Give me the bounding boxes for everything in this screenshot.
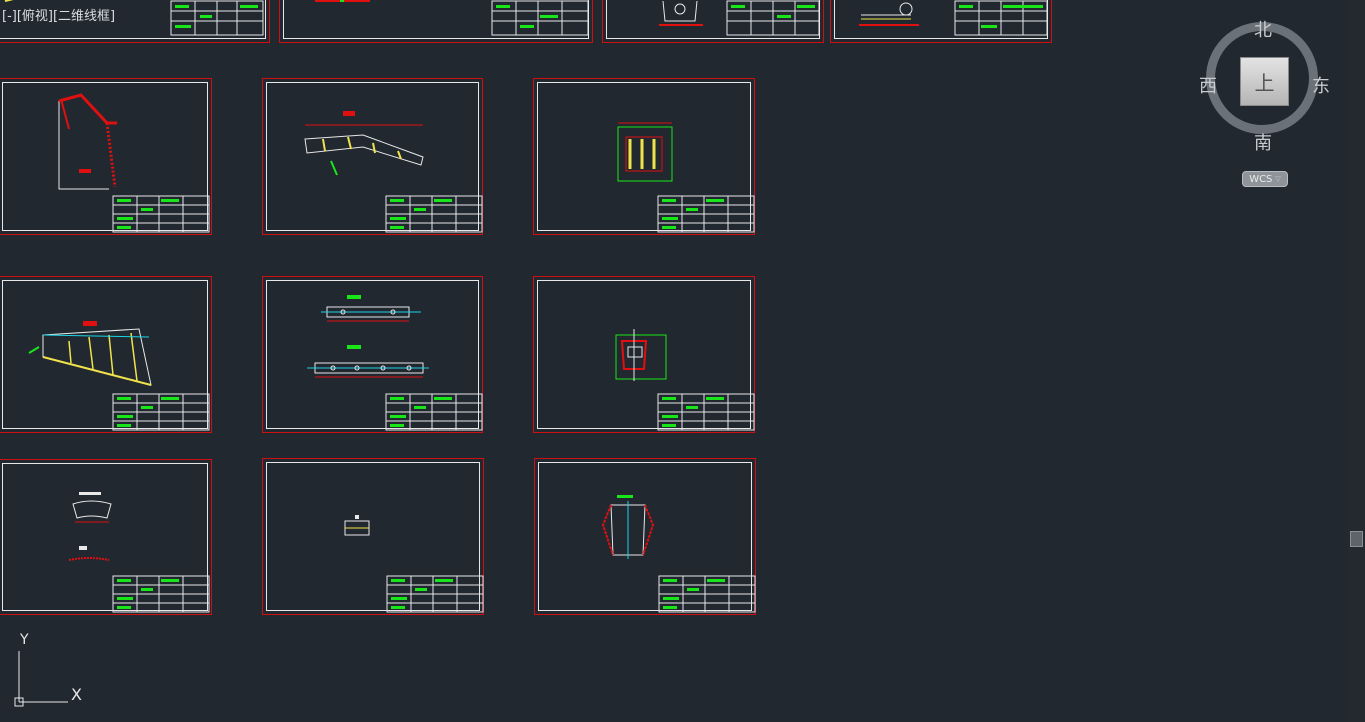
sheet-graphics — [615, 329, 755, 431]
drawing-sheet[interactable] — [0, 0, 270, 43]
compass-west[interactable]: 西 — [1199, 72, 1217, 98]
compass-east[interactable]: 东 — [1312, 72, 1330, 98]
sheet-graphics — [307, 295, 483, 431]
drawing-sheet[interactable] — [533, 78, 755, 235]
drawing-sheet[interactable] — [0, 459, 212, 615]
scrollbar-thumb[interactable] — [1350, 531, 1363, 547]
sheet-graphics — [58, 93, 210, 233]
drawing-sheet[interactable] — [534, 458, 756, 615]
drawing-sheet[interactable] — [533, 276, 755, 433]
sheet-graphics — [28, 321, 210, 431]
sheet-graphics — [4, 0, 264, 36]
sheet-graphics — [601, 495, 756, 613]
ucs-y-label: Y — [20, 632, 29, 648]
drawing-sheet[interactable] — [830, 0, 1052, 43]
drawing-sheet[interactable] — [262, 78, 483, 235]
sheet-graphics — [315, 0, 589, 36]
drawing-sheet[interactable] — [279, 0, 593, 43]
chevron-down-icon: ▽ — [1275, 175, 1281, 183]
viewcube[interactable]: 北 南 东 西 上 WCS ▽ — [1196, 14, 1336, 189]
wcs-label: WCS — [1249, 173, 1273, 185]
sheet-graphics — [304, 111, 483, 233]
drawing-sheet[interactable] — [262, 458, 484, 615]
drawing-sheet[interactable] — [0, 276, 212, 433]
sheet-graphics — [344, 515, 484, 613]
wcs-menu-button[interactable]: WCS ▽ — [1242, 171, 1288, 187]
drawing-sheet[interactable] — [602, 0, 824, 43]
drawing-sheet[interactable] — [0, 78, 212, 235]
sheet-graphics — [68, 492, 210, 613]
vertical-scrollbar[interactable] — [1348, 0, 1365, 722]
ucs-icon: Y X — [8, 630, 98, 710]
sheet-graphics — [617, 122, 755, 233]
compass-south[interactable]: 南 — [1254, 129, 1272, 155]
drawing-sheet[interactable] — [262, 276, 483, 433]
viewcube-top-face[interactable]: 上 — [1240, 57, 1289, 106]
sheet-graphics — [659, 0, 820, 36]
ucs-x-label: X — [71, 685, 82, 704]
sheet-graphics — [859, 0, 1048, 36]
compass-north[interactable]: 北 — [1254, 16, 1272, 42]
